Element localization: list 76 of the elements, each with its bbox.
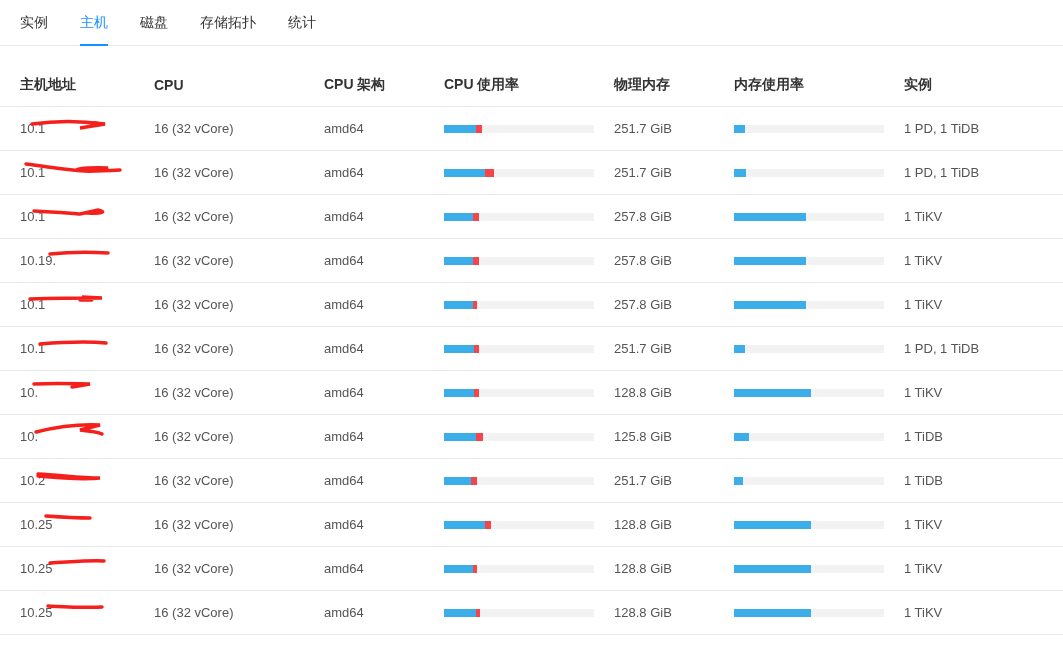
cpu-architecture: amd64 xyxy=(324,209,365,224)
instances: 1 PD, 1 TiDB xyxy=(904,121,981,136)
tab[interactable]: 统计 xyxy=(288,0,316,46)
instances: 1 TiKV xyxy=(904,517,944,532)
host-address: 10.1 xyxy=(20,165,46,180)
cpu-architecture: amd64 xyxy=(324,297,365,312)
instances: 1 PD, 1 TiDB xyxy=(904,341,981,356)
host-address: 10.1 xyxy=(20,297,46,312)
cpu-cores: 16 (32 vCore) xyxy=(154,341,235,356)
column-header: CPU 架构 xyxy=(324,75,387,94)
column-header: 物理内存 xyxy=(614,75,671,94)
physical-memory: 125.8 GiB xyxy=(614,429,673,444)
host-address: 10.19. xyxy=(20,253,57,268)
redaction-scribble xyxy=(46,604,104,610)
physical-memory: 257.8 GiB xyxy=(614,253,673,268)
cpu-cores: 16 (32 vCore) xyxy=(154,121,235,136)
instances: 1 TiDB xyxy=(904,429,944,444)
cpu-architecture: amd64 xyxy=(324,165,365,180)
instances: 1 PD, 1 TiDB xyxy=(904,165,981,180)
physical-memory: 251.7 GiB xyxy=(614,165,673,180)
instances: 1 TiKV xyxy=(904,605,944,620)
physical-memory: 128.8 GiB xyxy=(614,561,673,576)
cpu-architecture: amd64 xyxy=(324,341,365,356)
redaction-scribble xyxy=(38,340,108,346)
instances: 1 TiKV xyxy=(904,385,944,400)
physical-memory: 128.8 GiB xyxy=(614,517,673,532)
cpu-architecture: amd64 xyxy=(324,253,365,268)
cpu-architecture: amd64 xyxy=(324,121,365,136)
instances: 1 TiDB xyxy=(904,473,944,488)
redaction-scribble xyxy=(48,559,106,565)
cpu-architecture: amd64 xyxy=(324,385,365,400)
redaction-scribble xyxy=(32,381,92,389)
cpu-cores: 16 (32 vCore) xyxy=(154,517,235,532)
cpu-cores: 16 (32 vCore) xyxy=(154,209,235,224)
instances: 1 TiKV xyxy=(904,253,944,268)
cpu-architecture: amd64 xyxy=(324,517,365,532)
host-address: 10.1 xyxy=(20,209,46,224)
tab[interactable]: 存储拓扑 xyxy=(200,0,256,46)
cpu-cores: 16 (32 vCore) xyxy=(154,385,235,400)
physical-memory: 257.8 GiB xyxy=(614,297,673,312)
cpu-cores: 16 (32 vCore) xyxy=(154,165,235,180)
physical-memory: 251.7 GiB xyxy=(614,121,673,136)
physical-memory: 257.8 GiB xyxy=(614,209,673,224)
column-header: 实例 xyxy=(904,75,933,94)
physical-memory: 251.7 GiB xyxy=(614,473,673,488)
cpu-architecture: amd64 xyxy=(324,561,365,576)
tab[interactable]: 磁盘 xyxy=(140,0,168,46)
host-address: 10.1 xyxy=(20,121,46,136)
physical-memory: 251.7 GiB xyxy=(614,341,673,356)
redaction-scribble xyxy=(44,514,92,520)
host-address: 10. xyxy=(20,385,39,400)
cpu-cores: 16 (32 vCore) xyxy=(154,473,235,488)
cpu-cores: 16 (32 vCore) xyxy=(154,561,235,576)
cpu-architecture: amd64 xyxy=(324,605,365,620)
instances: 1 TiKV xyxy=(904,297,944,312)
column-header: CPU 使用率 xyxy=(444,75,521,94)
column-header: 内存使用率 xyxy=(734,75,805,94)
cpu-cores: 16 (32 vCore) xyxy=(154,605,235,620)
host-address: 10.25 xyxy=(20,605,53,620)
host-address: 10.25 xyxy=(20,561,53,576)
redaction-scribble xyxy=(48,250,110,256)
cpu-architecture: amd64 xyxy=(324,473,365,488)
column-header: 主机地址 xyxy=(20,75,77,94)
physical-memory: 128.8 GiB xyxy=(614,385,673,400)
cpu-cores: 16 (32 vCore) xyxy=(154,253,235,268)
cpu-cores: 16 (32 vCore) xyxy=(154,297,235,312)
column-header: CPU xyxy=(154,76,185,93)
instances: 1 TiKV xyxy=(904,561,944,576)
cpu-architecture: amd64 xyxy=(324,429,365,444)
instances: 1 TiKV xyxy=(904,209,944,224)
host-address: 10. xyxy=(20,429,39,444)
tab[interactable]: 实例 xyxy=(20,0,48,46)
host-address: 10.1 xyxy=(20,341,46,356)
cpu-cores: 16 (32 vCore) xyxy=(154,429,235,444)
physical-memory: 128.8 GiB xyxy=(614,605,673,620)
host-address: 10.25 xyxy=(20,517,53,532)
